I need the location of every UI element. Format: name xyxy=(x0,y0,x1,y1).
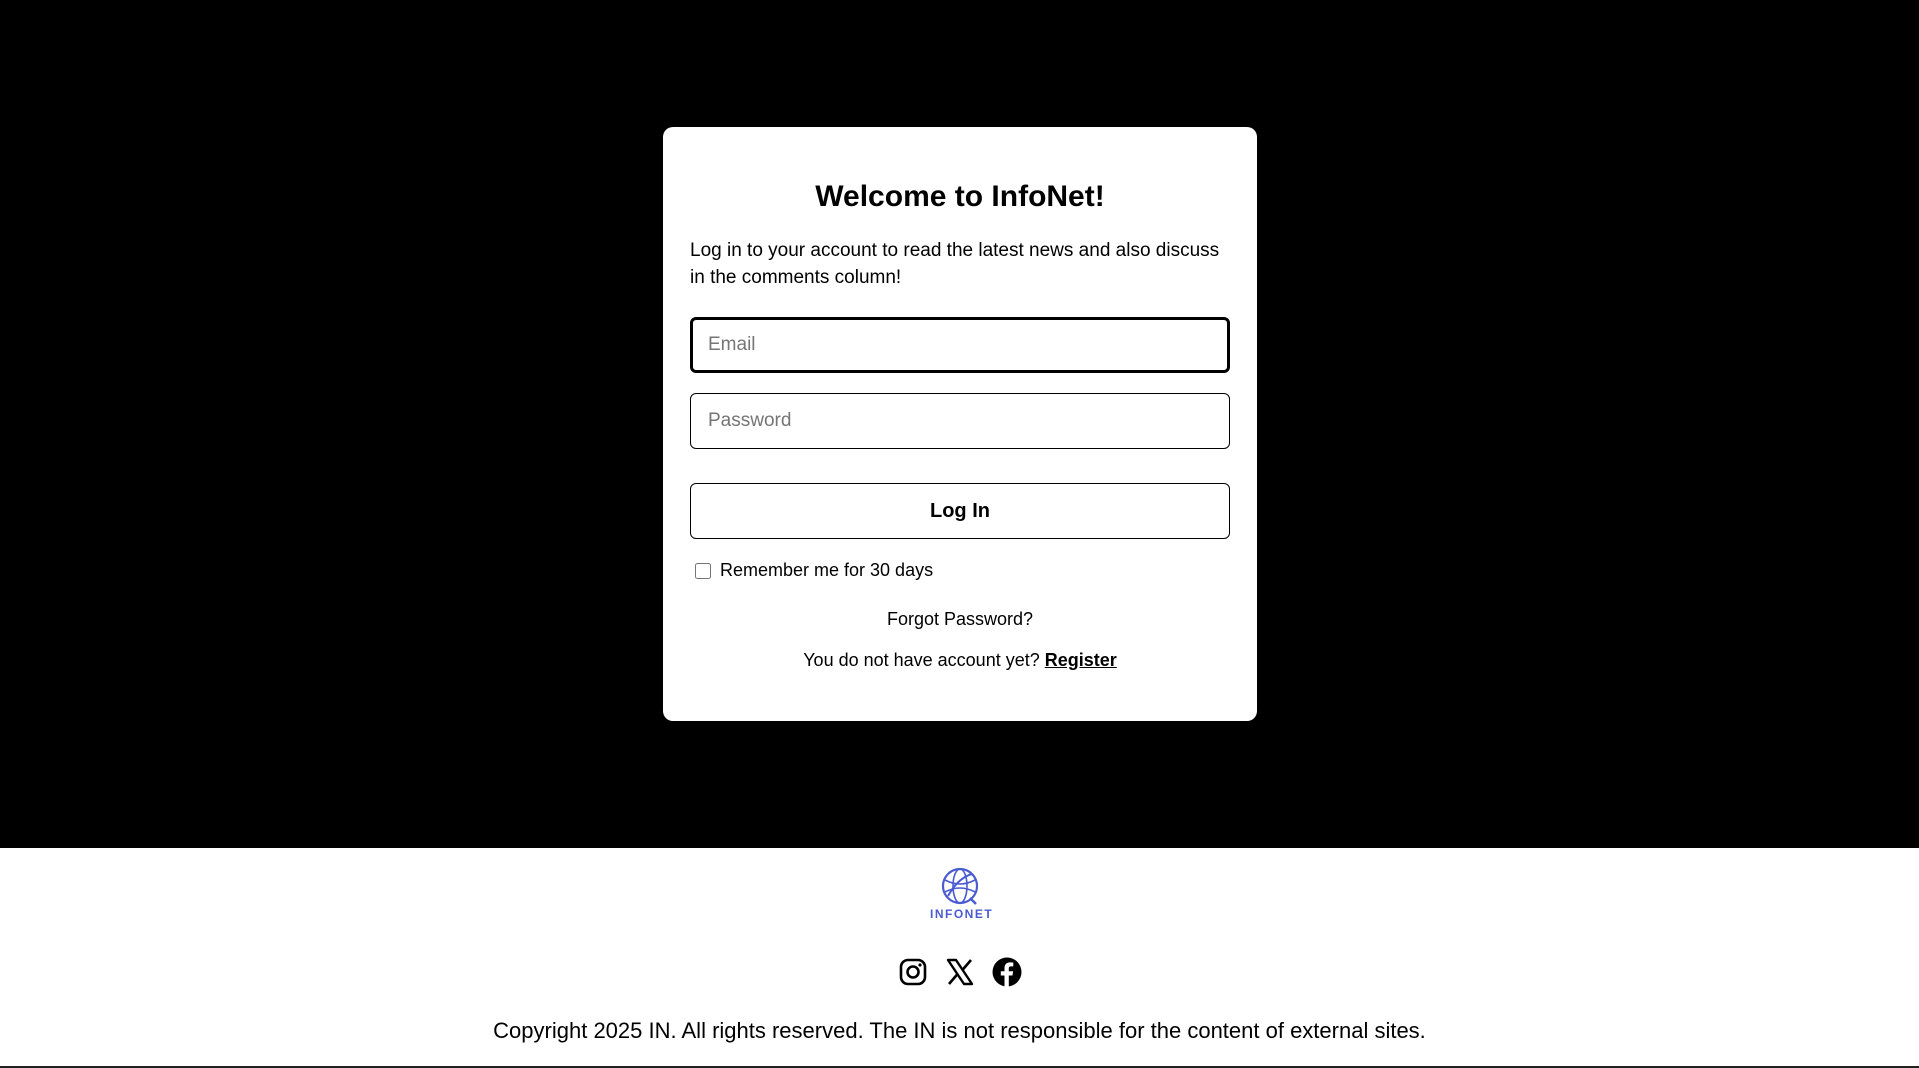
infonet-logo[interactable]: INFONET xyxy=(930,866,994,922)
register-link[interactable]: Register xyxy=(1045,650,1117,670)
email-input[interactable] xyxy=(690,317,1230,373)
instagram-link[interactable] xyxy=(896,955,930,989)
globe-logo-icon xyxy=(941,867,979,905)
x-link[interactable] xyxy=(943,955,977,989)
register-prompt-text: You do not have account yet? xyxy=(803,650,1040,670)
remember-me-label: Remember me for 30 days xyxy=(720,560,934,580)
login-card: Welcome to InfoNet! Log in to your accou… xyxy=(663,127,1257,721)
facebook-icon xyxy=(992,957,1022,987)
password-input[interactable] xyxy=(690,393,1230,449)
facebook-link[interactable] xyxy=(990,955,1024,989)
social-links xyxy=(896,954,1024,990)
logo-text: INFONET xyxy=(930,907,994,921)
login-button[interactable]: Log In xyxy=(690,483,1230,539)
footer: INFONET Copyright 2025 IN. All rights re… xyxy=(0,848,1919,1068)
copyright-text: Copyright 2025 IN. All rights reserved. … xyxy=(493,1018,1426,1043)
x-icon xyxy=(946,958,974,986)
remember-me-checkbox[interactable] xyxy=(695,562,711,579)
register-prompt: You do not have account yet? Register xyxy=(690,650,1230,671)
forgot-password-link[interactable]: Forgot Password? xyxy=(690,609,1230,630)
remember-me: Remember me for 30 days xyxy=(695,560,1230,581)
page-title: Welcome to InfoNet! xyxy=(815,180,1105,213)
login-description: Log in to your account to read the lates… xyxy=(690,240,1220,288)
hero-section: Welcome to InfoNet! Log in to your accou… xyxy=(0,0,1919,848)
instagram-icon xyxy=(899,958,927,986)
